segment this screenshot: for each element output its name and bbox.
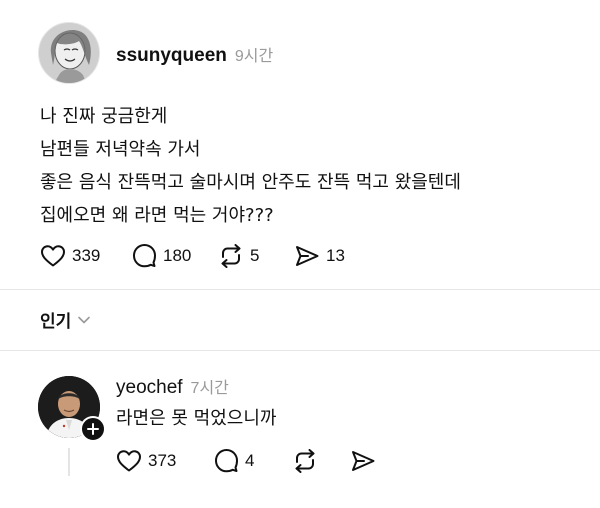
post-body: 나 진짜 궁금한게 남편들 저녁약속 가서 좋은 음식 잔뜩먹고 술마시며 안주… [40,100,580,232]
reply-time: 7시간 [190,380,229,397]
heart-icon [117,449,141,471]
repost-icon [221,243,241,268]
reply-comment-button[interactable]: 4 [214,448,292,473]
post-text-line: 남편들 저녁약속 가서 [40,139,201,160]
divider [0,350,600,351]
like-count: 339 [72,245,101,265]
reply-comment-count: 4 [245,450,255,470]
avatar-sketch-image [39,23,99,83]
post-actions: 339 180 5 13 [40,243,345,268]
reply-header: yeochef 7시간 [116,374,229,399]
post-username[interactable]: ssunyqueen [116,45,227,67]
post-time: 9시간 [234,48,274,65]
reply-text: 라면은 못 먹었으니까 [116,408,277,429]
like-button[interactable]: 339 [40,244,132,268]
heart-icon [41,244,65,266]
reply-share-button[interactable] [350,449,376,473]
plus-icon [87,423,99,435]
comment-bubble-icon [133,244,156,268]
reply-like-count: 373 [148,450,177,470]
sort-dropdown[interactable]: 인기 [40,307,91,332]
chevron-down-icon [78,316,91,323]
divider [0,289,600,290]
post-header: ssunyqueen 9시간 [116,42,273,67]
avatar[interactable] [38,22,100,84]
post-text-line: 나 진짜 궁금한게 [40,106,168,127]
post-text-line: 집에오면 왜 라면 먹는 거야??? [40,205,274,226]
send-icon [352,450,375,471]
post-text-line: 좋은 음식 잔뜩먹고 술마시며 안주도 잔뜩 먹고 왔을텐데 [40,172,461,193]
share-button[interactable]: 13 [294,244,345,268]
reply-repost-button[interactable] [292,448,350,473]
repost-icon [295,448,315,473]
reply-actions: 373 4 [116,448,376,473]
sort-label: 인기 [40,312,72,332]
repost-count: 5 [250,245,260,265]
repost-button[interactable]: 5 [218,243,294,268]
reply-username[interactable]: yeochef [116,377,183,399]
comment-count: 180 [163,245,192,265]
comment-button[interactable]: 180 [132,243,218,268]
send-icon [296,245,319,266]
follow-button[interactable] [80,416,106,442]
thread-line [68,448,70,476]
share-count: 13 [326,245,345,265]
comment-bubble-icon [215,449,238,473]
reply-like-button[interactable]: 373 [116,449,214,473]
